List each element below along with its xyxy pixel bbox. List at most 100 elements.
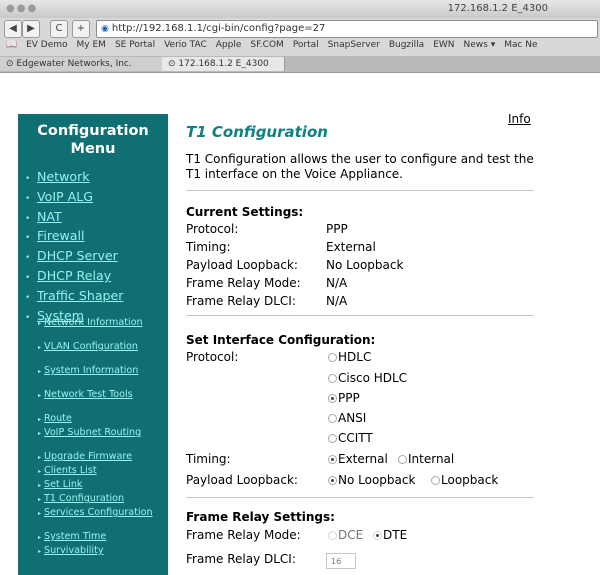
menu-link[interactable]: Firewall xyxy=(37,228,85,243)
bookmark-item[interactable]: Mac Ne xyxy=(504,40,537,50)
mode-radio-dce[interactable]: DCE xyxy=(328,528,363,542)
radio-icon[interactable] xyxy=(398,455,407,464)
bookmark-item[interactable]: Apple xyxy=(216,40,242,50)
arrow-icon: ▸ xyxy=(38,416,42,423)
submenu-link[interactable]: Services Configuration xyxy=(44,507,153,518)
menu-item[interactable]: • NAT xyxy=(25,207,123,227)
submenu-item[interactable]: ▸ Upgrade Firmware xyxy=(38,451,166,463)
address-bar[interactable]: ◉ http://192.168.1.1/cgi-bin/config?page=… xyxy=(96,20,598,38)
submenu-link[interactable]: Upgrade Firmware xyxy=(44,451,132,462)
protocol-radio-ppp[interactable]: PPP xyxy=(328,391,360,405)
radio-selected-icon[interactable] xyxy=(328,394,337,403)
bookmark-item[interactable]: Portal xyxy=(293,40,319,50)
frame-relay-mode-label: Frame Relay Mode: xyxy=(186,528,301,542)
radio-icon[interactable] xyxy=(328,414,337,423)
submenu-item[interactable]: ▸ VoIP Subnet Routing xyxy=(38,427,166,449)
bookmark-item[interactable]: News ▾ xyxy=(464,40,496,50)
timing-radio-internal[interactable]: Internal xyxy=(398,452,454,466)
radio-selected-icon[interactable] xyxy=(373,531,382,540)
submenu-link[interactable]: Clients List xyxy=(44,465,97,476)
reload-button[interactable]: C xyxy=(50,20,68,38)
close-icon[interactable]: ⊙ xyxy=(6,59,14,69)
submenu-item[interactable]: ▸ Clients List xyxy=(38,465,166,477)
forward-button[interactable]: ▶ xyxy=(22,20,40,38)
submenu-item[interactable]: ▸ Route xyxy=(38,413,166,425)
info-link[interactable]: Info xyxy=(508,112,531,126)
menu-link[interactable]: DHCP Server xyxy=(37,248,118,263)
submenu-item[interactable]: ▸ Network Information xyxy=(38,317,166,339)
menu-item[interactable]: • Network xyxy=(25,167,123,187)
menu-item[interactable]: • DHCP Relay xyxy=(25,266,123,286)
tab-device[interactable]: ⊙ 172.168.1.2 E_4300 xyxy=(162,57,285,71)
submenu-item[interactable]: ▸ System Information xyxy=(38,365,166,387)
submenu-link[interactable]: Survivability xyxy=(44,545,104,556)
close-icon[interactable]: ⊙ xyxy=(168,59,176,69)
radio-icon[interactable] xyxy=(328,353,337,362)
divider xyxy=(186,497,534,498)
loopback-radio-loopback[interactable]: Loopback xyxy=(431,473,498,487)
bookmark-item[interactable]: EV Demo xyxy=(26,40,67,50)
current-dlci-value: N/A xyxy=(326,294,348,308)
radio-label: HDLC xyxy=(338,350,372,364)
radio-icon[interactable] xyxy=(328,374,337,383)
submenu-item[interactable]: ▸ T1 Configuration xyxy=(38,493,166,505)
bookmark-item[interactable]: My EM xyxy=(77,40,106,50)
timing-radio-external[interactable]: External xyxy=(328,452,388,466)
submenu-item[interactable]: ▸ Set Link xyxy=(38,479,166,491)
radio-icon[interactable] xyxy=(328,434,337,443)
radio-icon[interactable] xyxy=(328,531,337,540)
divider xyxy=(186,190,534,191)
menu-item[interactable]: • Firewall xyxy=(25,226,123,246)
submenu-item[interactable]: ▸ Survivability xyxy=(38,545,166,557)
submenu-item[interactable]: ▸ VLAN Configuration xyxy=(38,341,166,363)
back-button[interactable]: ◀ xyxy=(4,20,22,38)
bookmark-item[interactable]: SF.COM xyxy=(250,40,283,50)
frame-relay-dlci-label: Frame Relay DLCI: xyxy=(186,552,296,566)
submenu-link[interactable]: Network Test Tools xyxy=(44,389,133,400)
menu-title: Configuration Menu xyxy=(37,123,149,157)
bookmark-item[interactable]: SE Portal xyxy=(115,40,155,50)
add-bookmark-button[interactable]: + xyxy=(72,20,90,38)
arrow-icon: ▸ xyxy=(38,368,42,375)
bookmark-item[interactable]: Verio TAC xyxy=(164,40,207,50)
dlci-input[interactable]: 16 xyxy=(326,553,356,569)
submenu-link[interactable]: VoIP Subnet Routing xyxy=(44,427,141,438)
submenu-link[interactable]: Route xyxy=(44,413,72,424)
bookmarks-icon[interactable]: 📖 xyxy=(6,40,17,50)
mode-radio-dte[interactable]: DTE xyxy=(373,528,407,542)
menu-link[interactable]: VoIP ALG xyxy=(37,189,93,204)
arrow-icon: ▸ xyxy=(38,482,42,489)
radio-selected-icon[interactable] xyxy=(328,476,337,485)
current-loopback-value: No Loopback xyxy=(326,258,404,272)
protocol-radio-cisco-hdlc[interactable]: Cisco HDLC xyxy=(328,371,407,385)
tab-edgewater[interactable]: ⊙ Edgewater Networks, Inc. xyxy=(0,57,163,71)
radio-icon[interactable] xyxy=(431,476,440,485)
bookmark-item[interactable]: EWN xyxy=(433,40,454,50)
menu-link[interactable]: DHCP Relay xyxy=(37,268,111,283)
loopback-radio-none[interactable]: No Loopback xyxy=(328,473,415,487)
tab-label: 172.168.1.2 E_4300 xyxy=(178,59,269,69)
menu-link[interactable]: Traffic Shaper xyxy=(37,288,123,303)
protocol-radio-hdlc[interactable]: HDLC xyxy=(328,350,371,364)
submenu-link[interactable]: T1 Configuration xyxy=(44,493,124,504)
submenu-link[interactable]: VLAN Configuration xyxy=(44,341,138,352)
submenu-link[interactable]: Network Information xyxy=(44,317,143,328)
menu-item[interactable]: • VoIP ALG xyxy=(25,187,123,207)
window-controls[interactable]: ●●● xyxy=(6,3,38,14)
bookmark-item[interactable]: Bugzilla xyxy=(389,40,424,50)
submenu-link[interactable]: System Information xyxy=(44,365,138,376)
main-content: Info T1 Configuration T1 Configuration a… xyxy=(186,104,600,575)
submenu-item[interactable]: ▸ System Time xyxy=(38,531,166,543)
menu-item[interactable]: • DHCP Server xyxy=(25,246,123,266)
submenu-item[interactable]: ▸ Services Configuration xyxy=(38,507,166,529)
submenu-item[interactable]: ▸ Network Test Tools xyxy=(38,389,166,411)
menu-item[interactable]: • Traffic Shaper xyxy=(25,286,123,306)
menu-link[interactable]: Network xyxy=(37,169,90,184)
protocol-radio-ccitt[interactable]: CCITT xyxy=(328,431,373,445)
protocol-radio-ansi[interactable]: ANSI xyxy=(328,411,366,425)
bookmark-item[interactable]: SnapServer xyxy=(328,40,380,50)
submenu-link[interactable]: Set Link xyxy=(44,479,82,490)
radio-selected-icon[interactable] xyxy=(328,455,337,464)
menu-link[interactable]: NAT xyxy=(37,209,62,224)
submenu-link[interactable]: System Time xyxy=(44,531,106,542)
